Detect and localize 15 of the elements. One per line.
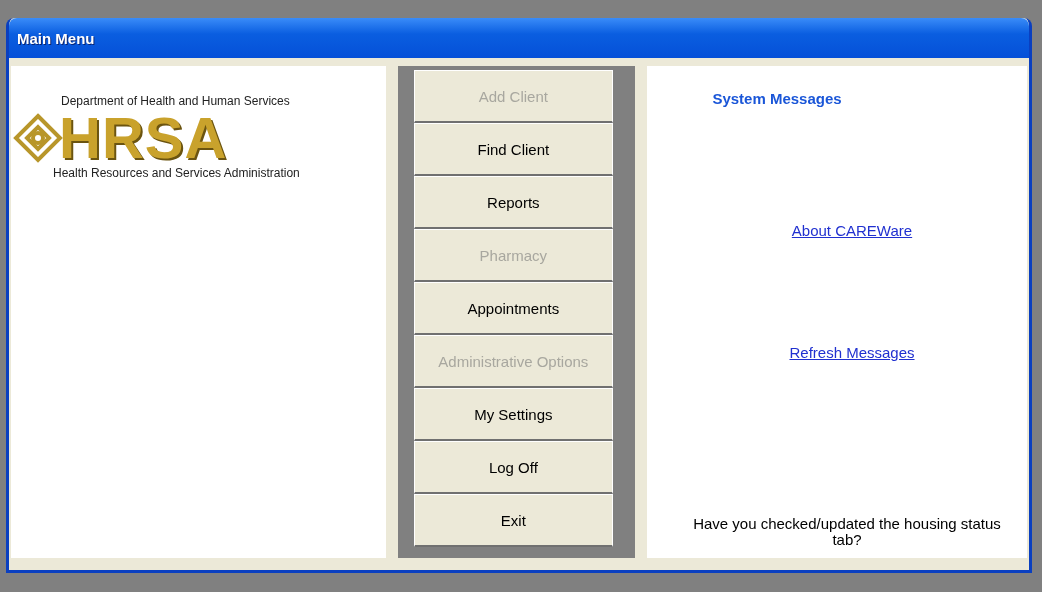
department-name: Department of Health and Human Services xyxy=(61,94,291,108)
diamond-knot-icon xyxy=(13,113,63,163)
notice-text: Have you checked/updated the housing status tab? xyxy=(692,516,1002,548)
menu-button[interactable]: Exit xyxy=(413,494,613,547)
agency-name: Health Resources and Services Administration xyxy=(53,166,301,180)
menu-button[interactable]: Find Client xyxy=(413,123,613,176)
messages-heading: System Messages xyxy=(712,90,842,107)
menu-button[interactable]: My Settings xyxy=(413,388,613,441)
link[interactable]: Refresh Messages xyxy=(789,344,915,361)
menu-button[interactable]: Reports xyxy=(413,176,613,229)
menu-button[interactable]: Log Off xyxy=(413,441,613,494)
link[interactable]: About CAREWare xyxy=(791,222,913,239)
menu-button[interactable]: Appointments xyxy=(413,282,613,335)
logo-wordmark: HRSA xyxy=(59,110,228,166)
window-title: Main Menu xyxy=(17,29,95,47)
